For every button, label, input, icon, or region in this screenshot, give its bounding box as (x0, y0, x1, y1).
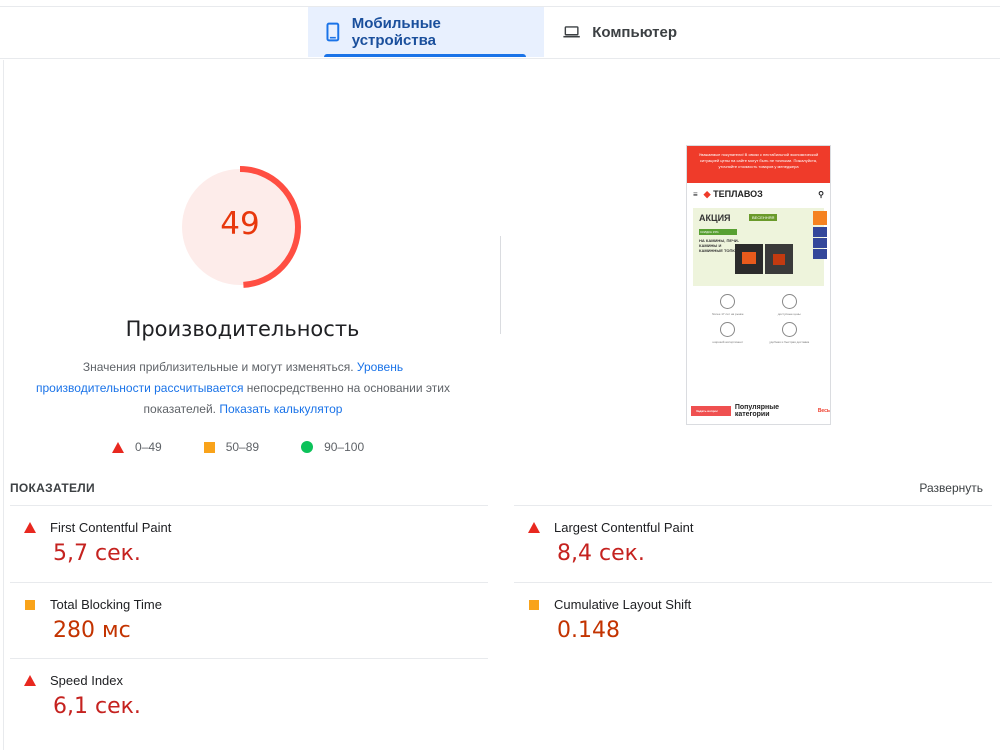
metric-name: Cumulative Layout Shift (554, 597, 692, 612)
show-calculator-link[interactable]: Показать калькулятор (219, 402, 342, 416)
tag-icon (781, 294, 797, 309)
preview-features: более 17 лет на рынке доступные цены шир… (687, 288, 830, 344)
metric-value: 6,1 сек. (53, 694, 141, 719)
metric-cls: Cumulative Layout Shift 0.148 (528, 597, 998, 643)
legend-item-poor: 0–49 (112, 440, 162, 454)
truck-icon (781, 322, 797, 337)
preview-categories-title: Популярные категории (734, 404, 780, 418)
active-tab-indicator (324, 54, 526, 57)
metric-si: Speed Index 6,1 сек. (24, 673, 494, 719)
metrics-divider (514, 505, 992, 506)
side-widget (813, 238, 827, 248)
feature-label: широкий ассортимент (712, 340, 744, 344)
promo-tag: ВЕСЕННЯЯ (749, 214, 778, 221)
feature-item: широкий ассортимент (697, 322, 759, 344)
metric-name: Speed Index (50, 673, 124, 688)
metric-fcp: First Contentful Paint 5,7 сек. (24, 520, 494, 566)
side-widget (813, 227, 827, 237)
legend-item-average: 50–89 (203, 440, 260, 454)
performance-description: Значения приблизительные и могут изменят… (36, 357, 450, 420)
metric-name: First Contentful Paint (50, 520, 172, 535)
award-icon (720, 294, 736, 309)
tabs-divider (0, 58, 1000, 59)
metrics-divider (10, 505, 488, 506)
triangle-icon (24, 522, 36, 533)
preview-header: ≡ ◆ ТЕПЛАВОЗ ⚲ (687, 183, 830, 206)
side-widget (813, 249, 827, 259)
promo-badge: СКИДКА 15% (699, 229, 737, 235)
feature-item: доступные цены (759, 294, 821, 316)
legend-label: 50–89 (225, 440, 260, 454)
square-icon (529, 599, 539, 610)
metric-value: 5,7 сек. (53, 541, 141, 566)
metric-name: Total Blocking Time (50, 597, 162, 612)
feature-item: более 17 лет на рынке (697, 294, 759, 316)
menu-icon: ≡ (693, 190, 698, 199)
expand-button[interactable]: Развернуть (919, 481, 983, 495)
laptop-icon (563, 26, 580, 38)
promo-badge-text: СКИДКА 15% (700, 230, 719, 234)
metric-name: Largest Contentful Paint (554, 520, 694, 535)
metric-value: 280 мс (53, 618, 131, 643)
side-widget (813, 211, 827, 225)
circle-icon (301, 441, 314, 453)
feature-label: удобная и быстрая доставка (769, 340, 810, 344)
feature-item: удобная и быстрая доставка (759, 322, 821, 344)
preview-all-link: Весь (817, 408, 830, 414)
metric-lcp: Largest Contentful Paint 8,4 сек. (528, 520, 998, 566)
legend-label: 90–100 (324, 440, 365, 454)
score-legend: 0–49 50–89 90–100 (112, 440, 406, 454)
metric-value: 8,4 сек. (557, 541, 645, 566)
legend-item-good: 90–100 (301, 440, 364, 454)
tab-mobile[interactable]: Мобильные устройства (308, 7, 544, 57)
feature-label: более 17 лет на рынке (711, 312, 744, 316)
phone-icon (326, 22, 340, 42)
stove-image (735, 244, 763, 274)
tab-desktop[interactable]: Компьютер (545, 7, 695, 57)
panel-border (3, 60, 4, 750)
square-icon (25, 599, 35, 610)
preview-logo-text: ТЕПЛАВОЗ (713, 189, 763, 199)
vertical-divider (500, 236, 501, 334)
preview-ask-button: Задать вопрос (691, 406, 731, 416)
tab-mobile-label: Мобильные устройства (351, 15, 441, 49)
legend-label: 0–49 (135, 440, 162, 454)
device-tabs: Мобильные устройства Компьютер (0, 7, 1000, 57)
metric-value: 0.148 (557, 618, 620, 643)
metrics-divider (10, 582, 488, 583)
page-screenshot-preview: Уважаемые покупатели! В связи с нестабил… (686, 145, 831, 425)
stove-image (765, 244, 793, 274)
tab-desktop-label: Компьютер (592, 23, 677, 41)
preview-logo: ◆ ТЕПЛАВОЗ (703, 189, 763, 199)
triangle-icon (112, 441, 124, 453)
promo-title: АКЦИЯ (699, 213, 731, 223)
desc-text-1: Значения приблизительные и могут изменят… (82, 360, 357, 374)
triangle-icon (528, 522, 540, 533)
preview-promo-banner: АКЦИЯ ВЕСЕННЯЯ СКИДКА 15% НА КАМИНЫ, ПЕЧ… (693, 208, 824, 286)
preview-categories: Задать вопрос Популярные категории Весь (691, 404, 830, 418)
preview-side-widgets (813, 211, 827, 281)
promo-lines: НА КАМИНЫ, ПЕЧИ-КАМИНЫ И КАМИННЫЕ ТОПКИ (699, 238, 740, 253)
performance-title: Производительность (125, 317, 360, 341)
preview-banner: Уважаемые покупатели! В связи с нестабил… (687, 146, 830, 183)
triangle-icon (24, 675, 36, 686)
square-icon (203, 441, 215, 453)
metrics-divider (514, 582, 992, 583)
metrics-divider (10, 658, 488, 659)
fireplace-icon (720, 322, 736, 337)
metrics-heading: ПОКАЗАТЕЛИ (10, 481, 95, 495)
score-value: 49 (220, 206, 260, 242)
metric-tbt: Total Blocking Time 280 мс (24, 597, 494, 643)
feature-label: доступные цены (777, 312, 801, 316)
search-icon: ⚲ (818, 190, 824, 199)
